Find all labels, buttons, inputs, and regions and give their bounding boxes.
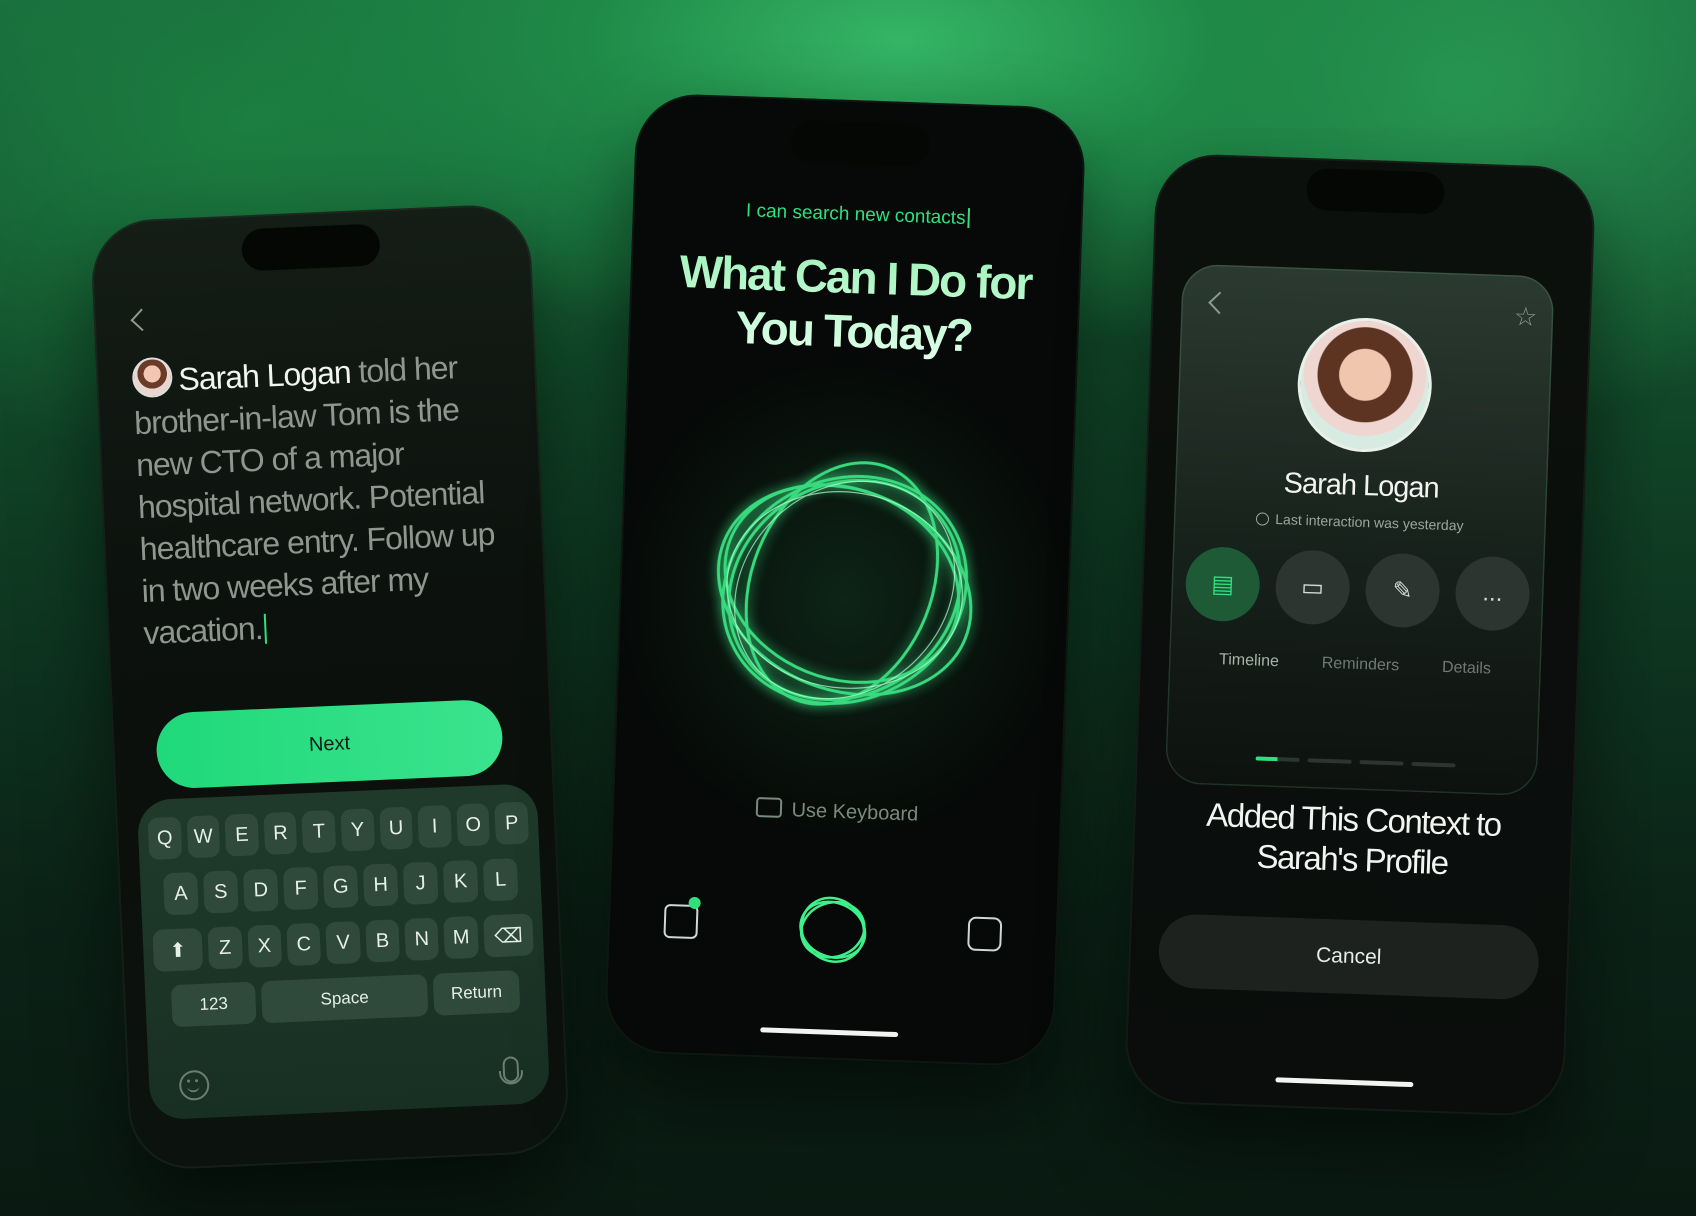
confirmation-message: Added This Context to Sarah's Profile xyxy=(1205,795,1502,882)
number-key[interactable]: 123 xyxy=(170,981,257,1028)
text-cursor xyxy=(967,208,970,229)
star-icon[interactable]: ☆ xyxy=(1513,301,1537,333)
profile-phone: ☆ Sarah Logan Last interaction was yeste… xyxy=(1123,152,1597,1118)
assistant-headline: What Can I Do for You Today? xyxy=(648,243,1062,365)
notification-badge xyxy=(688,896,701,910)
shift-key[interactable]: ⬆ xyxy=(152,927,204,972)
text-cursor xyxy=(263,613,268,644)
add-note-button[interactable]: ▤ xyxy=(1184,545,1261,623)
assistant-hint: I can search new contacts xyxy=(632,196,1082,234)
key-j[interactable]: J xyxy=(402,861,439,905)
key-h[interactable]: H xyxy=(362,863,399,907)
profile-name: Sarah Logan xyxy=(1283,467,1440,505)
key-o[interactable]: O xyxy=(456,803,491,847)
emoji-icon[interactable] xyxy=(178,1069,210,1101)
key-a[interactable]: A xyxy=(162,871,199,916)
key-w[interactable]: W xyxy=(186,814,221,859)
dynamic-island xyxy=(790,119,930,167)
cancel-button[interactable]: Cancel xyxy=(1157,913,1540,1001)
tab-details[interactable]: Details xyxy=(1442,659,1491,679)
key-t[interactable]: T xyxy=(301,809,337,854)
return-key[interactable]: Return xyxy=(432,970,521,1016)
key-x[interactable]: X xyxy=(246,924,283,968)
dynamic-island xyxy=(1305,167,1446,215)
note-input-phone: Sarah Logan told her brother-in-law Tom … xyxy=(89,202,571,1172)
key-f[interactable]: F xyxy=(282,866,319,911)
keyboard: QWERTYUIOP ASDFGHJKL ⬆ Z X C V B N M ⌫ 123 Spac… xyxy=(136,783,551,1121)
use-keyboard-button[interactable]: Use Keyboard xyxy=(612,792,1063,832)
keyboard-row-1: QWERTYUIOP xyxy=(147,801,529,861)
key-b[interactable]: B xyxy=(364,919,401,963)
key-g[interactable]: G xyxy=(322,865,359,909)
note-text-area[interactable]: Sarah Logan told her brother-in-law Tom … xyxy=(131,342,514,654)
settings-sliders-icon[interactable] xyxy=(967,916,1003,952)
bottom-navigation xyxy=(647,883,1020,976)
backspace-key[interactable]: ⌫ xyxy=(482,913,534,958)
keyboard-row-4: 123 Space Return xyxy=(155,969,536,1028)
key-i[interactable]: I xyxy=(417,804,452,849)
key-s[interactable]: S xyxy=(202,870,239,914)
key-z[interactable]: Z xyxy=(207,926,243,970)
key-m[interactable]: M xyxy=(443,915,479,960)
back-chevron-icon[interactable] xyxy=(130,308,154,332)
keyboard-icon xyxy=(755,797,782,818)
key-r[interactable]: R xyxy=(263,811,298,855)
keyboard-row-2: ASDFGHJKL xyxy=(150,857,531,916)
assistant-orb-icon[interactable] xyxy=(791,888,874,971)
home-indicator xyxy=(1275,1077,1414,1088)
edit-icon: ✎ xyxy=(1392,576,1414,605)
tab-reminders[interactable]: Reminders xyxy=(1321,655,1399,676)
last-interaction-text: Last interaction was yesterday xyxy=(1275,510,1464,534)
contacts-icon[interactable] xyxy=(663,903,699,940)
space-key[interactable]: Space xyxy=(260,974,429,1024)
dynamic-island xyxy=(240,223,381,272)
key-q[interactable]: Q xyxy=(147,816,182,861)
profile-tabs: Timeline Reminders Details xyxy=(1219,651,1491,678)
next-button[interactable]: Next xyxy=(154,698,504,790)
microphone-icon[interactable] xyxy=(502,1056,520,1083)
hint-text: I can search new contacts xyxy=(745,200,966,229)
edit-button[interactable]: ✎ xyxy=(1364,552,1441,629)
key-u[interactable]: U xyxy=(378,806,414,850)
keyboard-bottom-bar xyxy=(178,1056,520,1101)
assistant-phone: I can search new contacts What Can I Do … xyxy=(603,92,1087,1068)
home-indicator xyxy=(760,1027,899,1038)
key-c[interactable]: C xyxy=(286,922,322,967)
key-d[interactable]: D xyxy=(242,868,279,912)
key-k[interactable]: K xyxy=(442,859,479,904)
tab-timeline[interactable]: Timeline xyxy=(1219,651,1279,671)
clock-icon xyxy=(1256,512,1270,526)
more-button[interactable]: ... xyxy=(1454,555,1531,632)
note-icon: ▤ xyxy=(1210,570,1235,599)
chat-icon: ▭ xyxy=(1300,573,1325,602)
key-y[interactable]: Y xyxy=(340,808,375,852)
key-l[interactable]: L xyxy=(482,858,519,902)
last-interaction: Last interaction was yesterday xyxy=(1174,507,1546,536)
key-e[interactable]: E xyxy=(224,813,260,857)
use-keyboard-label: Use Keyboard xyxy=(791,799,919,826)
profile-avatar xyxy=(1295,315,1435,455)
keyboard-row-3: ⬆ Z X C V B N M ⌫ xyxy=(152,913,534,972)
more-icon: ... xyxy=(1482,579,1504,607)
profile-actions: ▤ ▭ ✎ ... xyxy=(1184,545,1531,632)
key-p[interactable]: P xyxy=(494,801,529,845)
key-n[interactable]: N xyxy=(404,917,440,961)
message-button[interactable]: ▭ xyxy=(1274,549,1351,626)
voice-orb[interactable] xyxy=(690,435,1000,745)
profile-card: ☆ Sarah Logan Last interaction was yeste… xyxy=(1164,263,1555,797)
back-chevron-icon[interactable] xyxy=(1208,291,1231,315)
contact-name: Sarah Logan xyxy=(177,353,352,398)
key-v[interactable]: V xyxy=(325,920,361,965)
avatar xyxy=(131,356,174,399)
